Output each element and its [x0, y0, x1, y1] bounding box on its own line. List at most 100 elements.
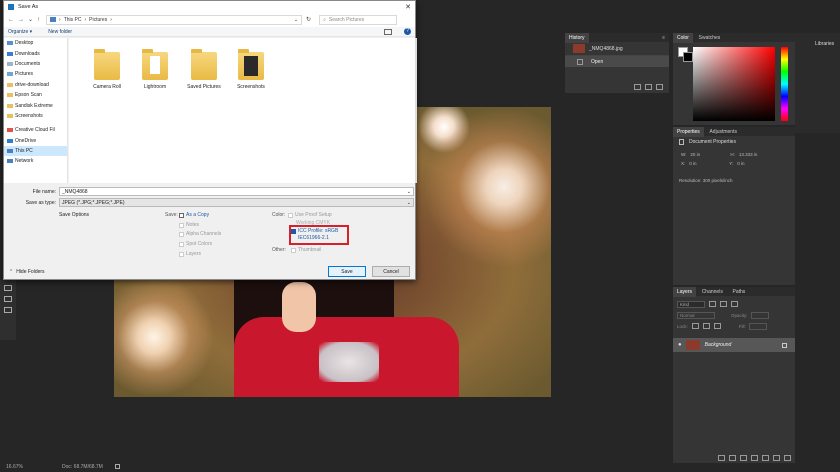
file-name-label: File name: — [32, 188, 56, 195]
forward-arrow-icon[interactable]: → — [18, 17, 24, 23]
color-swatch-icon[interactable] — [4, 285, 12, 291]
help-icon[interactable]: ? — [404, 28, 411, 35]
status-arrow-icon[interactable] — [115, 464, 120, 469]
tab-swatches[interactable]: Swatches — [695, 33, 725, 43]
layer-name[interactable]: Background — [705, 342, 732, 348]
file-list-scrollbar[interactable] — [415, 38, 417, 183]
nav-item-drive-download[interactable]: drive-download — [4, 80, 67, 90]
save-type-select[interactable]: JPEG (*.JPG;*.JPEG;*.JPE) ⌄ — [59, 198, 414, 207]
other-label: Other: — [272, 247, 286, 253]
folder-screenshots[interactable]: Screenshots — [229, 49, 273, 90]
screen-mode-icon[interactable] — [4, 307, 12, 313]
save-button[interactable]: Save — [328, 266, 366, 277]
fx-icon[interactable] — [729, 455, 736, 461]
group-icon[interactable] — [762, 455, 769, 461]
tab-history[interactable]: History — [565, 32, 589, 43]
address-bar[interactable]: › This PC › Pictures › ⌄ — [46, 14, 303, 25]
delete-layer-icon[interactable] — [784, 455, 791, 461]
alpha-channels-option: Alpha Channels — [179, 231, 221, 237]
breadcrumb-this-pc[interactable]: This PC — [64, 17, 82, 23]
filter-adjust-icon[interactable] — [720, 301, 727, 307]
as-a-copy-option[interactable]: As a Copy — [179, 212, 209, 218]
nav-item-epson-scan[interactable]: Epson Scan — [4, 90, 67, 100]
back-arrow-icon[interactable]: ← — [8, 17, 14, 23]
layer-row-background[interactable]: ● Background — [673, 338, 795, 352]
lock-position-icon[interactable] — [702, 323, 710, 329]
width-value[interactable]: 20 in — [690, 152, 730, 157]
height-label: H: — [730, 152, 735, 157]
history-state-open[interactable]: Open — [591, 59, 603, 65]
color-field[interactable] — [693, 47, 775, 121]
tab-layers[interactable]: Layers — [673, 287, 697, 297]
new-layer-icon[interactable] — [773, 455, 780, 461]
nav-item-pictures[interactable]: Pictures — [4, 69, 67, 79]
nav-item-downloads[interactable]: Downloads — [4, 48, 67, 58]
new-snapshot-icon[interactable] — [634, 84, 641, 90]
view-options-icon[interactable] — [384, 28, 392, 35]
new-folder-button[interactable]: New folder — [48, 29, 72, 35]
notes-option: Notes — [179, 222, 199, 228]
mask-icon[interactable] — [740, 455, 747, 461]
filter-type-icon[interactable] — [731, 301, 738, 307]
tab-channels[interactable]: Channels — [698, 287, 727, 297]
nav-item-documents[interactable]: Documents — [4, 59, 67, 69]
filter-kind-select[interactable]: Kind — [677, 300, 705, 308]
filter-pixel-icon[interactable] — [709, 301, 716, 307]
panel-menu-icon[interactable]: ≡ — [662, 35, 665, 41]
trash-icon[interactable] — [656, 84, 663, 90]
quick-mask-icon[interactable] — [4, 296, 12, 302]
nav-item-network[interactable]: Network — [4, 156, 67, 166]
folder-camera-roll[interactable]: Camera Roll — [85, 49, 129, 90]
as-a-copy-checkbox[interactable] — [179, 212, 184, 218]
hue-slider[interactable] — [781, 47, 788, 121]
refresh-icon[interactable]: ↻ — [306, 16, 311, 23]
background-color-swatch[interactable] — [683, 52, 693, 62]
snapshot-thumbnail — [573, 44, 585, 53]
folder-lightroom[interactable]: Lightroom — [133, 49, 177, 90]
folder-icon — [238, 49, 264, 80]
snapshot-label[interactable]: _NMQ4868.jpg — [589, 46, 623, 52]
address-dropdown-icon[interactable]: ⌄ — [294, 17, 298, 23]
tab-adjustments[interactable]: Adjustments — [705, 127, 741, 137]
recent-chevron-icon[interactable]: ⌄ — [28, 16, 33, 23]
nav-item-screenshots[interactable]: Screenshots — [4, 111, 67, 121]
save-type-dropdown-icon[interactable]: ⌄ — [407, 200, 411, 206]
close-icon[interactable]: ✕ — [401, 3, 415, 11]
nav-item-sandisk[interactable]: Sandisk Extreme — [4, 100, 67, 110]
height-value[interactable]: 13.333 in — [739, 152, 758, 157]
y-value[interactable]: 0 in — [737, 161, 744, 166]
nav-item-desktop[interactable]: Desktop — [4, 38, 67, 48]
lock-label: Lock: — [677, 323, 688, 329]
layers-option: Layers — [179, 251, 201, 257]
eye-icon[interactable]: ● — [678, 342, 682, 348]
hide-folders-toggle[interactable]: ⌃ Hide Folders — [9, 269, 45, 275]
camera-icon[interactable] — [645, 84, 652, 90]
file-name-dropdown-icon[interactable]: ⌄ — [407, 189, 411, 195]
lock-pixels-icon[interactable] — [691, 323, 699, 329]
organize-button[interactable]: Organize ▾ — [8, 29, 32, 35]
nav-item-this-pc[interactable]: This PC — [4, 145, 67, 157]
save-options-heading: Save Options — [59, 212, 90, 218]
tab-properties[interactable]: Properties — [673, 127, 704, 137]
opacity-field[interactable] — [750, 311, 769, 319]
libraries-label[interactable]: Libraries — [815, 41, 834, 47]
nav-item-onedrive[interactable]: OneDrive — [4, 136, 67, 146]
nav-item-creative-cloud[interactable]: Creative Cloud Fil — [4, 125, 67, 135]
file-name-input[interactable]: _NMQ4868 ⌄ — [59, 187, 414, 196]
resolution-text: Resolution: 300 pixels/inch — [679, 178, 733, 183]
breadcrumb-pictures[interactable]: Pictures — [89, 17, 107, 23]
up-arrow-icon[interactable]: ↑ — [37, 17, 40, 23]
folder-saved-pictures[interactable]: Saved Pictures — [182, 49, 226, 90]
blend-mode-select[interactable]: Normal — [677, 311, 715, 319]
tab-paths[interactable]: Paths — [729, 287, 750, 297]
fill-field[interactable] — [748, 322, 767, 330]
tab-color[interactable]: Color — [673, 33, 693, 43]
cancel-button[interactable]: Cancel — [372, 266, 410, 277]
libraries-dock: Libraries — [795, 33, 840, 133]
dialog-title-bar[interactable]: Save As ✕ — [4, 1, 415, 12]
link-layers-icon[interactable] — [718, 455, 725, 461]
lock-all-icon[interactable] — [713, 323, 721, 329]
x-value[interactable]: 0 in — [689, 161, 729, 166]
search-input[interactable]: ⌕ Search Pictures — [319, 14, 398, 25]
adjustment-layer-icon[interactable] — [751, 455, 758, 461]
